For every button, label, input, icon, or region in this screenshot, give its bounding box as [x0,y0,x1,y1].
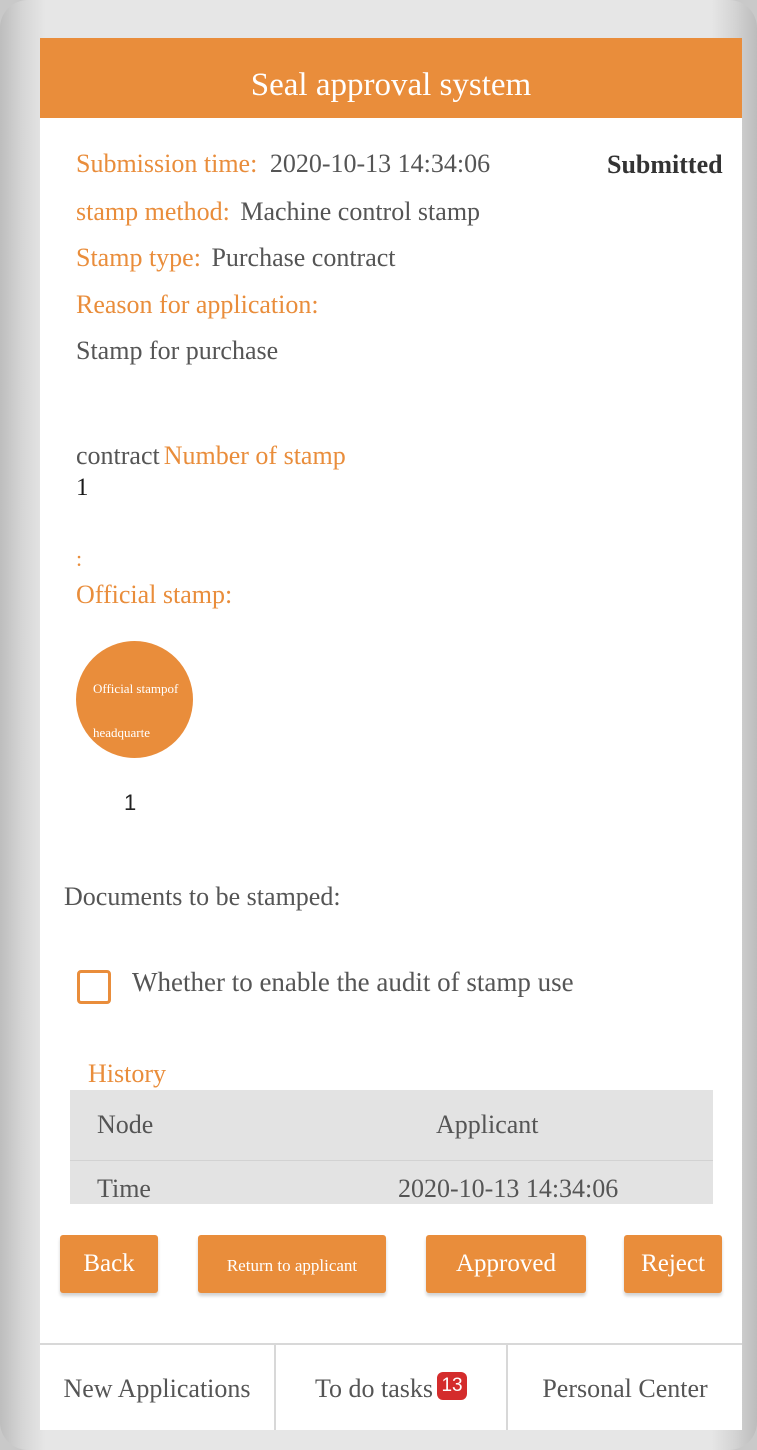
history-node-key: Node [97,1110,154,1139]
audit-checkbox-label[interactable]: Whether to enable the audit of stamp use [132,967,574,998]
number-of-stamp-value: 1 [76,474,89,501]
official-stamp-label: Official stamp: [76,580,233,609]
return-to-applicant-button[interactable]: Return to applicant [198,1235,386,1293]
history-time-key: Time [97,1174,151,1203]
documents-label: Documents to be stamped: [64,882,341,911]
reason-label: Reason for application: [76,290,319,319]
number-of-stamp-label: Number of stamp [163,441,346,470]
history-title: History [88,1059,166,1088]
tab-todo-tasks[interactable]: To do tasks 13 [276,1345,506,1430]
app-screen: Seal approval system Submission time: 20… [40,38,742,1430]
reason-value-line2: contract [76,441,160,470]
colon-fragment: : [76,546,83,571]
stamp-seal-text-line3: rs [93,743,100,753]
stamp-type-value: Purchase contract [211,243,396,272]
page-title: Seal approval system [250,67,532,103]
tab-todo-tasks-label: To do tasks [314,1374,434,1403]
status-badge: Submitted [607,150,723,179]
stamp-seal-text-line1: Official stampof [93,681,179,696]
official-stamp-seal[interactable]: Official stampof headquarte rs [76,641,193,758]
bottom-tab-bar: New Applications To do tasks 13 Personal … [40,1343,742,1430]
history-table: Node Applicant Time 2020-10-13 14:34:06 [70,1090,713,1204]
submission-time-label: Submission time [76,149,251,178]
submission-time-separator: : [250,149,258,178]
stamp-type-label: Stamp type: [76,243,201,272]
stamp-method-label: stamp method: [76,197,230,226]
history-node-value: Applicant [436,1110,539,1139]
audit-checkbox[interactable] [77,970,111,1004]
history-time-value: 2020-10-13 14:34:06 [398,1174,619,1203]
todo-count-badge: 13 [437,1372,468,1400]
approved-button[interactable]: Approved [426,1235,586,1293]
tab-personal-center[interactable]: Personal Center [508,1345,742,1430]
app-header: Seal approval system [40,38,742,118]
number-of-stamp-row: contract Number of stamp [76,441,346,471]
tab-new-applications[interactable]: New Applications [40,1345,274,1430]
stamp-type-row: Stamp type: Purchase contract [76,243,396,273]
stamp-count: 1 [124,790,137,815]
back-button[interactable]: Back [60,1235,158,1293]
submission-time-row: Submission time: 2020-10-13 14:34:06 [76,149,490,179]
submission-time-value: 2020-10-13 14:34:06 [269,149,491,178]
stamp-seal-text-line2: headquarte [93,725,151,740]
history-row-divider [70,1160,713,1161]
stamp-method-row: stamp method: Machine control stamp [76,197,480,227]
reason-value-line1: Stamp for purchase [76,336,279,365]
reject-button[interactable]: Reject [624,1235,722,1293]
stamp-method-value: Machine control stamp [240,197,481,226]
